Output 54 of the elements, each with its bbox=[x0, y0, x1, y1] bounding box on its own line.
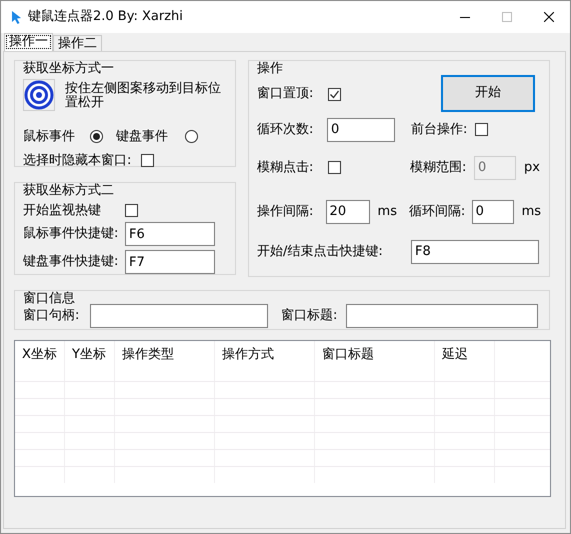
field-label: 循环间隔: bbox=[408, 204, 466, 220]
group-title: 获取坐标方式二 bbox=[21, 183, 116, 199]
radio-label: 鼠标事件 bbox=[23, 128, 76, 144]
input-field[interactable]: F6 bbox=[125, 222, 215, 246]
field-label: 开始/结束点击快捷键: bbox=[257, 244, 384, 260]
checkbox[interactable] bbox=[328, 88, 341, 101]
group-title: 获取坐标方式一 bbox=[21, 61, 116, 77]
input-field[interactable]: F8 bbox=[411, 240, 539, 264]
cursor-icon bbox=[11, 10, 22, 24]
unit-label: ms bbox=[522, 204, 541, 220]
unit-label: px bbox=[524, 160, 540, 176]
window-title: 键鼠连点器2.0 By: Xarzhi bbox=[28, 9, 183, 25]
checkbox-label: 开始监视热键 bbox=[23, 202, 102, 218]
input-field[interactable]: 0 bbox=[472, 200, 514, 224]
field-label: 窗口置顶: bbox=[257, 86, 314, 102]
field-label: 鼠标事件快捷键: bbox=[23, 226, 120, 242]
field-label: 操作间隔: bbox=[257, 204, 314, 220]
checkbox[interactable] bbox=[475, 123, 488, 136]
field-label: 窗口标题: bbox=[281, 308, 338, 324]
checkbox-label: 选择时隐藏本窗口: bbox=[23, 153, 132, 169]
input-field[interactable]: 20 bbox=[326, 200, 370, 224]
field-label: 键盘事件快捷键: bbox=[23, 254, 120, 270]
column-header[interactable]: 窗口标题 bbox=[315, 341, 435, 381]
radio-button[interactable] bbox=[185, 130, 198, 143]
start-button[interactable]: 开始 bbox=[441, 74, 535, 112]
hint-text: 按住左侧图案移动到目标位置松开 bbox=[65, 82, 222, 110]
field-label: 模糊范围: bbox=[410, 160, 468, 176]
column-header[interactable]: 延迟 bbox=[435, 341, 495, 381]
tab[interactable]: 操作二 bbox=[53, 35, 102, 51]
input-field[interactable] bbox=[346, 304, 538, 328]
input-field[interactable]: F7 bbox=[125, 250, 215, 274]
column-header[interactable]: Y坐标 bbox=[65, 341, 115, 381]
column-header[interactable]: 操作类型 bbox=[115, 341, 215, 381]
field-label: 前台操作: bbox=[411, 122, 468, 138]
checkbox[interactable] bbox=[141, 154, 154, 168]
input-field[interactable] bbox=[90, 304, 268, 328]
group-title: 窗口信息 bbox=[21, 291, 77, 307]
column-header[interactable]: 操作方式 bbox=[215, 341, 315, 381]
checkbox[interactable] bbox=[125, 204, 138, 217]
input-field[interactable]: 0 bbox=[327, 118, 395, 142]
field-label: 模糊点击: bbox=[257, 160, 314, 176]
checkbox[interactable] bbox=[328, 161, 341, 174]
close-icon[interactable] bbox=[544, 12, 554, 22]
target-icon[interactable] bbox=[23, 78, 55, 111]
group-title: 操作 bbox=[255, 61, 285, 77]
field-label: 循环次数: bbox=[257, 122, 314, 138]
tab[interactable]: 操作一 bbox=[4, 33, 53, 51]
radio-button[interactable] bbox=[90, 130, 103, 143]
maximize-icon bbox=[502, 12, 512, 22]
radio-label: 键盘事件 bbox=[116, 128, 169, 144]
field-label: 窗口句柄: bbox=[23, 308, 80, 324]
column-header[interactable]: X坐标 bbox=[15, 341, 65, 381]
minimize-icon[interactable] bbox=[460, 16, 470, 18]
unit-label: ms bbox=[378, 204, 398, 220]
